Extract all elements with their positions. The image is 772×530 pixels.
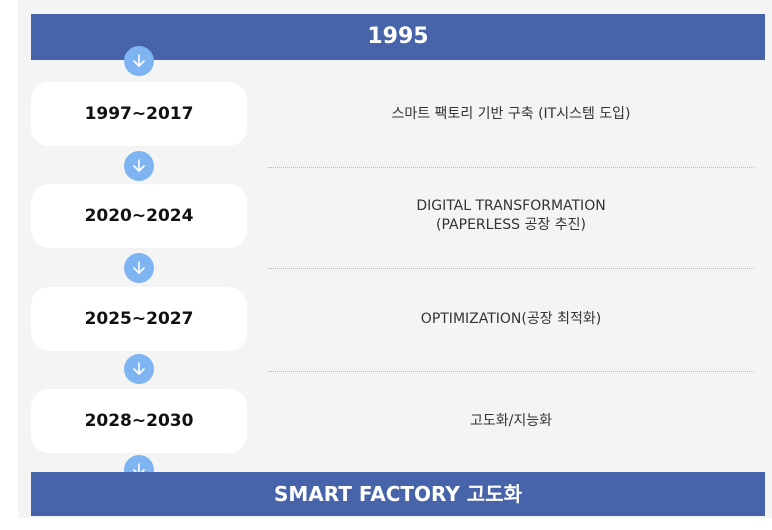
description-line: DIGITAL TRANSFORMATION: [416, 198, 606, 214]
step-description: DIGITAL TRANSFORMATION (PAPERLESS 공장 추진): [268, 184, 754, 248]
arrow-down-icon: [124, 46, 154, 76]
description-line: (PAPERLESS 공장 추진): [436, 217, 586, 233]
step-description: 고도화/지능화: [268, 389, 754, 453]
description-line: 고도화/지능화: [470, 412, 552, 429]
divider: [268, 268, 754, 269]
period-box: 1997~2017: [31, 82, 247, 146]
period-box: 2028~2030: [31, 389, 247, 453]
arrow-down-icon: [124, 151, 154, 181]
arrow-down-icon: [124, 253, 154, 283]
goal-banner: SMART FACTORY 고도화: [31, 472, 765, 516]
description-line: OPTIMIZATION(공장 최적화): [420, 310, 602, 327]
description-line: 스마트 팩토리 기반 구축 (IT시스템 도입): [391, 105, 631, 122]
divider: [268, 371, 754, 372]
period-box: 2020~2024: [31, 184, 247, 248]
step-description: 스마트 팩토리 기반 구축 (IT시스템 도입): [268, 82, 754, 146]
step-description: OPTIMIZATION(공장 최적화): [268, 287, 754, 351]
arrow-down-icon: [124, 354, 154, 384]
period-box: 2025~2027: [31, 287, 247, 351]
divider: [268, 167, 754, 168]
